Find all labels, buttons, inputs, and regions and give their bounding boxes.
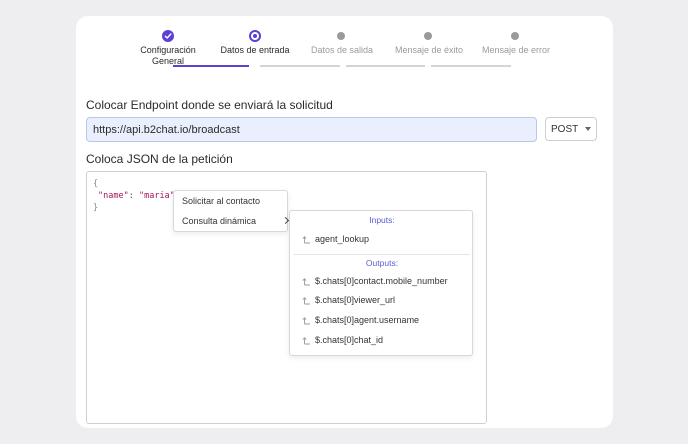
submenu-item-output[interactable]: $.chats[0]contact.mobile_number (302, 275, 448, 287)
inputs-group-label: Inputs: (369, 215, 395, 225)
step-todo-icon[interactable] (337, 32, 345, 40)
json-colon: : (128, 191, 139, 201)
step-todo-icon[interactable] (511, 32, 519, 40)
step-label-line: Mensaje de éxito (394, 45, 464, 55)
step-done-check-icon[interactable] (162, 30, 174, 42)
step-label-line: Configuración (140, 45, 196, 55)
step-label-line: General (151, 56, 185, 66)
submenu-item-label: $.chats[0]chat_id (315, 335, 384, 345)
http-method-select[interactable]: POST (545, 117, 597, 141)
submenu-item-output[interactable]: $.chats[0]agent.username (302, 314, 419, 326)
arrow-up-corner-icon (302, 336, 310, 344)
step-todo-icon[interactable] (424, 32, 432, 40)
submenu-item-output[interactable]: $.chats[0]chat_id (302, 334, 383, 346)
arrow-up-corner-icon (302, 316, 310, 324)
submenu-item-label: $.chats[0]agent.username (315, 315, 420, 325)
submenu-item-label: $.chats[0]viewer_url (315, 295, 396, 305)
arrow-up-corner-icon (302, 296, 310, 304)
endpoint-url-value: https://api.b2chat.io/broadcast (93, 123, 240, 136)
menu-item-label: Consulta dinámica (182, 216, 257, 226)
stepper-line-todo (260, 65, 340, 67)
http-method-value: POST (551, 123, 579, 135)
step-current-icon[interactable] (249, 30, 261, 42)
code-open-brace: { (93, 179, 99, 189)
code-close-brace: } (93, 203, 99, 213)
stepper-line-todo (431, 65, 511, 67)
step-label-mensaje-exito[interactable]: Mensaje de éxito (384, 45, 474, 56)
step-label-line: Mensaje de error (481, 45, 551, 55)
menu-item-solicitar-contacto[interactable]: Solicitar al contacto (182, 194, 282, 208)
json-title: Coloca JSON de la petición (86, 152, 233, 166)
step-label-mensaje-error[interactable]: Mensaje de error (471, 45, 561, 56)
context-menu: Solicitar al contacto Consulta dinámica (173, 190, 290, 232)
step-label-configuracion[interactable]: Configuración General (123, 45, 213, 67)
step-label-datos-salida[interactable]: Datos de salida (297, 45, 387, 56)
stepper-line-todo (346, 65, 425, 67)
arrow-up-corner-icon (302, 235, 310, 243)
step-label-line: Datos de entrada (220, 45, 290, 55)
endpoint-url-input[interactable]: https://api.b2chat.io/broadcast (86, 117, 537, 142)
menu-item-consulta-dinamica[interactable]: Consulta dinámica (182, 214, 290, 228)
json-key: "name" (98, 191, 129, 201)
submenu-item-label: agent_lookup (315, 234, 370, 244)
outputs-group-label: Outputs: (365, 258, 399, 268)
step-label-line: Datos de salida (310, 45, 374, 55)
endpoint-title: Colocar Endpoint donde se enviará la sol… (86, 98, 333, 112)
caret-down-icon (585, 127, 591, 131)
submenu-item-output[interactable]: $.chats[0]viewer_url (302, 294, 395, 306)
dynamic-query-submenu: Inputs: agent_lookup Outputs: $.chats[0]… (289, 210, 473, 356)
arrow-up-corner-icon (302, 277, 310, 285)
step-label-datos-entrada[interactable]: Datos de entrada (210, 45, 300, 56)
submenu-item-label: $.chats[0]contact.mobile_number (315, 276, 448, 286)
submenu-item-input[interactable]: agent_lookup (302, 233, 369, 245)
chevron-right-icon (281, 216, 290, 225)
code-line-name: "name": "maria" (98, 191, 175, 201)
submenu-divider (294, 254, 470, 255)
json-value: "maria" (138, 191, 175, 201)
